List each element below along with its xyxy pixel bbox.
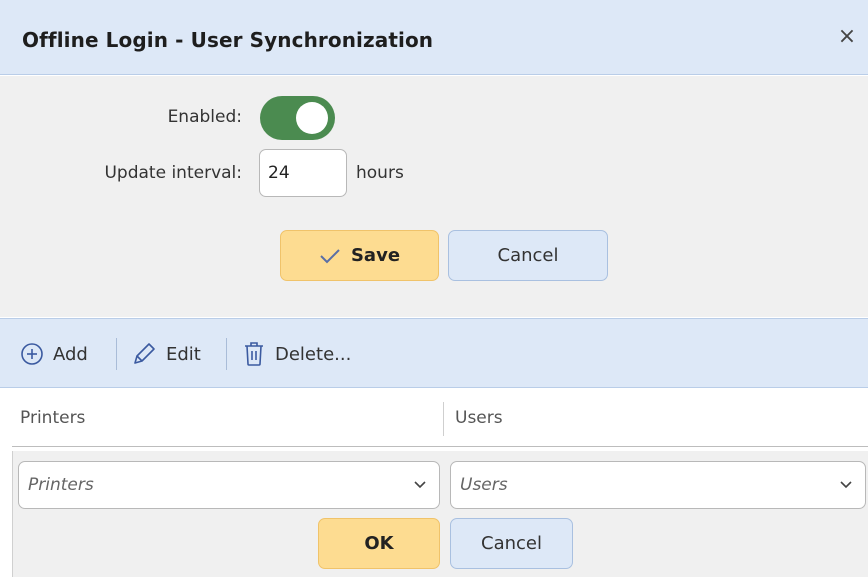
check-icon (320, 248, 340, 263)
users-select-placeholder: Users (460, 475, 508, 495)
settings-panel: Enabled: Update interval: hours Save Can… (0, 76, 868, 317)
ok-button[interactable]: OK (318, 518, 440, 569)
edit-button-label: Edit (166, 343, 201, 365)
delete-button[interactable]: Delete... (242, 341, 351, 367)
toolbar: Add Edit Delete... (0, 318, 868, 388)
dialog-title: Offline Login - User Synchronization (22, 28, 434, 52)
column-header-printers[interactable]: Printers (20, 408, 85, 428)
save-button-label: Save (350, 245, 401, 266)
close-icon[interactable]: × (834, 24, 860, 50)
printers-select[interactable]: Printers (18, 461, 440, 509)
chevron-down-icon (414, 481, 426, 489)
toolbar-separator (226, 338, 227, 370)
cancel-button[interactable]: Cancel (448, 230, 608, 281)
enabled-toggle[interactable] (260, 96, 335, 140)
delete-button-label: Delete... (275, 343, 352, 365)
dialog-title-bar: Offline Login - User Synchronization × (0, 0, 868, 75)
pencil-icon (134, 343, 155, 364)
enabled-label: Enabled: (167, 107, 242, 127)
row-cancel-button[interactable]: Cancel (450, 518, 573, 569)
hours-unit-label: hours (356, 163, 404, 183)
edit-button[interactable]: Edit (131, 341, 201, 367)
chevron-down-icon (840, 481, 852, 489)
update-interval-label: Update interval: (104, 163, 242, 183)
add-button-label: Add (53, 343, 88, 365)
update-interval-input[interactable] (259, 149, 347, 197)
column-divider[interactable] (443, 402, 444, 436)
save-button[interactable]: Save (280, 230, 439, 281)
header-divider (12, 446, 868, 447)
column-header-users[interactable]: Users (455, 408, 503, 428)
printers-select-placeholder: Printers (28, 475, 94, 495)
plus-circle-icon (21, 343, 43, 365)
toggle-knob (296, 102, 328, 134)
toolbar-separator (116, 338, 117, 370)
trash-icon (245, 342, 263, 366)
add-button[interactable]: Add (20, 341, 88, 367)
users-select[interactable]: Users (450, 461, 866, 509)
